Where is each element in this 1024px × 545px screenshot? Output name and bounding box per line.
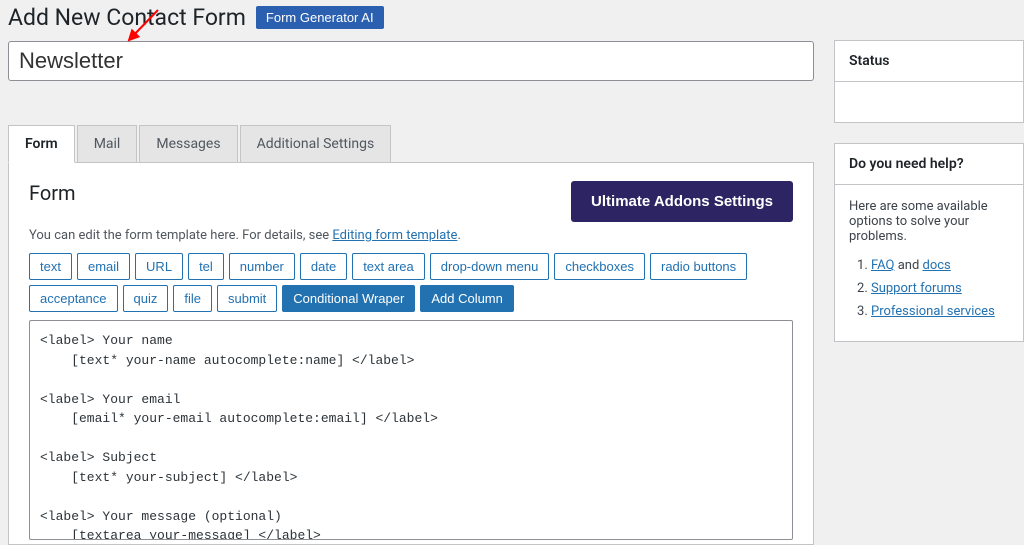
professional-services-link[interactable]: Professional services (871, 304, 995, 319)
tag-submit-button[interactable]: submit (217, 285, 277, 312)
tag-text-button[interactable]: text (29, 253, 72, 280)
status-postbox-body (835, 82, 1023, 122)
status-postbox: Status (834, 40, 1024, 123)
tab-additional-settings[interactable]: Additional Settings (240, 125, 392, 162)
form-panel: Form Ultimate Addons Settings You can ed… (8, 163, 814, 545)
help-intro-text: Here are some available options to solve… (849, 199, 1009, 244)
help-item-faq-docs: FAQ and docs (871, 258, 1009, 273)
tag-textarea-button[interactable]: text area (352, 253, 425, 280)
tag-tel-button[interactable]: tel (188, 253, 224, 280)
tag-checkboxes-button[interactable]: checkboxes (554, 253, 645, 280)
tab-form[interactable]: Form (8, 125, 75, 163)
faq-link[interactable]: FAQ (871, 258, 894, 273)
help-postbox: Do you need help? Here are some availabl… (834, 143, 1024, 342)
status-postbox-title: Status (835, 41, 1023, 82)
tag-acceptance-button[interactable]: acceptance (29, 285, 118, 312)
tag-date-button[interactable]: date (300, 253, 347, 280)
ultimate-addons-settings-button[interactable]: Ultimate Addons Settings (571, 181, 793, 222)
form-template-textarea[interactable] (29, 320, 793, 540)
tab-mail[interactable]: Mail (77, 125, 138, 162)
help-item-forums: Support forums (871, 281, 1009, 296)
form-panel-description: You can edit the form template here. For… (29, 228, 793, 243)
tag-email-button[interactable]: email (77, 253, 130, 280)
tab-bar: Form Mail Messages Additional Settings (8, 125, 814, 163)
page-title: Add New Contact Form (8, 4, 246, 31)
help-item-pro: Professional services (871, 304, 1009, 319)
form-title-input[interactable] (8, 41, 814, 81)
tag-url-button[interactable]: URL (135, 253, 183, 280)
tag-file-button[interactable]: file (173, 285, 212, 312)
help-postbox-title: Do you need help? (835, 144, 1023, 185)
docs-link[interactable]: docs (923, 258, 951, 273)
support-forums-link[interactable]: Support forums (871, 281, 962, 296)
tag-quiz-button[interactable]: quiz (123, 285, 169, 312)
tab-messages[interactable]: Messages (139, 125, 237, 162)
editing-form-template-link[interactable]: Editing form template (332, 228, 457, 243)
form-tag-row: text email URL tel number date text area… (29, 253, 793, 312)
tag-number-button[interactable]: number (229, 253, 295, 280)
tag-dropdown-button[interactable]: drop-down menu (430, 253, 550, 280)
tag-radio-button[interactable]: radio buttons (650, 253, 747, 280)
form-panel-heading: Form (29, 181, 76, 205)
conditional-wrapper-button[interactable]: Conditional Wraper (282, 285, 415, 312)
form-generator-ai-button[interactable]: Form Generator AI (256, 6, 384, 29)
add-column-button[interactable]: Add Column (420, 285, 514, 312)
